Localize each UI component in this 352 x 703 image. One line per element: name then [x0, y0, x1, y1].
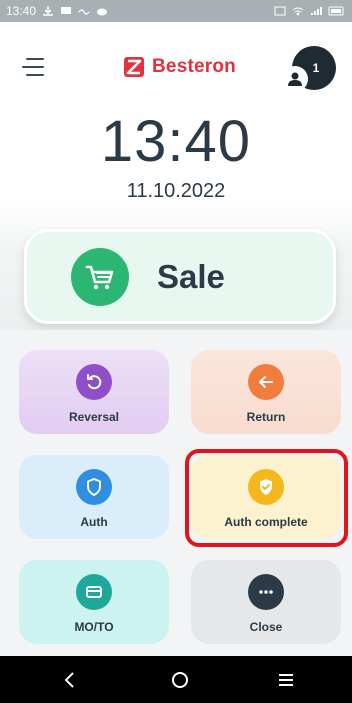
- sale-label: Sale: [157, 257, 225, 295]
- moto-label: MO/TO: [74, 620, 114, 634]
- shield-icon: [76, 469, 112, 505]
- cloud-icon: [97, 8, 108, 16]
- credit-card-icon: [76, 574, 112, 610]
- download-icon: [43, 6, 54, 16]
- close-button[interactable]: Close: [191, 560, 341, 644]
- besteron-logo-icon: [124, 57, 144, 77]
- recent-apps-icon[interactable]: [274, 668, 298, 692]
- clock-time: 13:40: [100, 109, 252, 174]
- user-profile-button[interactable]: 1: [282, 46, 342, 96]
- arrow-left-icon: [248, 364, 284, 400]
- system-navigation-bar: [0, 656, 352, 703]
- home-icon[interactable]: [168, 668, 192, 692]
- menu-line: [22, 66, 44, 68]
- more-dots-icon: [248, 574, 284, 610]
- close-label: Close: [249, 620, 283, 634]
- wave-icon: [78, 9, 90, 15]
- auth-button[interactable]: Auth: [19, 455, 169, 539]
- brand-logo: Besteron: [122, 55, 236, 79]
- wifi-icon: [292, 7, 304, 16]
- status-bar: 13:40: [0, 0, 352, 22]
- user-icon: [282, 66, 308, 92]
- sale-button[interactable]: Sale: [24, 229, 336, 324]
- status-time: 13:40: [6, 4, 37, 18]
- app-header: Besteron 1: [0, 22, 352, 110]
- cast-icon: [274, 6, 286, 16]
- shield-check-icon: [248, 469, 284, 505]
- reversal-label: Reversal: [68, 410, 120, 424]
- rotate-ccw-icon: [76, 364, 112, 400]
- message-icon: [61, 7, 72, 14]
- menu-button[interactable]: [22, 56, 48, 78]
- moto-button[interactable]: MO/TO: [19, 560, 169, 644]
- brand-name: Besteron: [152, 56, 236, 77]
- auth-label: Auth: [80, 515, 108, 529]
- signal-icon: [311, 7, 322, 15]
- menu-line: [26, 58, 44, 60]
- return-button[interactable]: Return: [191, 350, 341, 434]
- return-label: Return: [246, 410, 286, 424]
- battery-icon: [328, 6, 344, 16]
- auth-complete-label: Auth complete: [224, 515, 308, 529]
- auth-complete-button[interactable]: Auth complete: [191, 455, 341, 539]
- reversal-button[interactable]: Reversal: [19, 350, 169, 434]
- back-icon[interactable]: [58, 668, 82, 692]
- menu-line: [26, 74, 44, 76]
- shopping-cart-icon: [71, 247, 129, 306]
